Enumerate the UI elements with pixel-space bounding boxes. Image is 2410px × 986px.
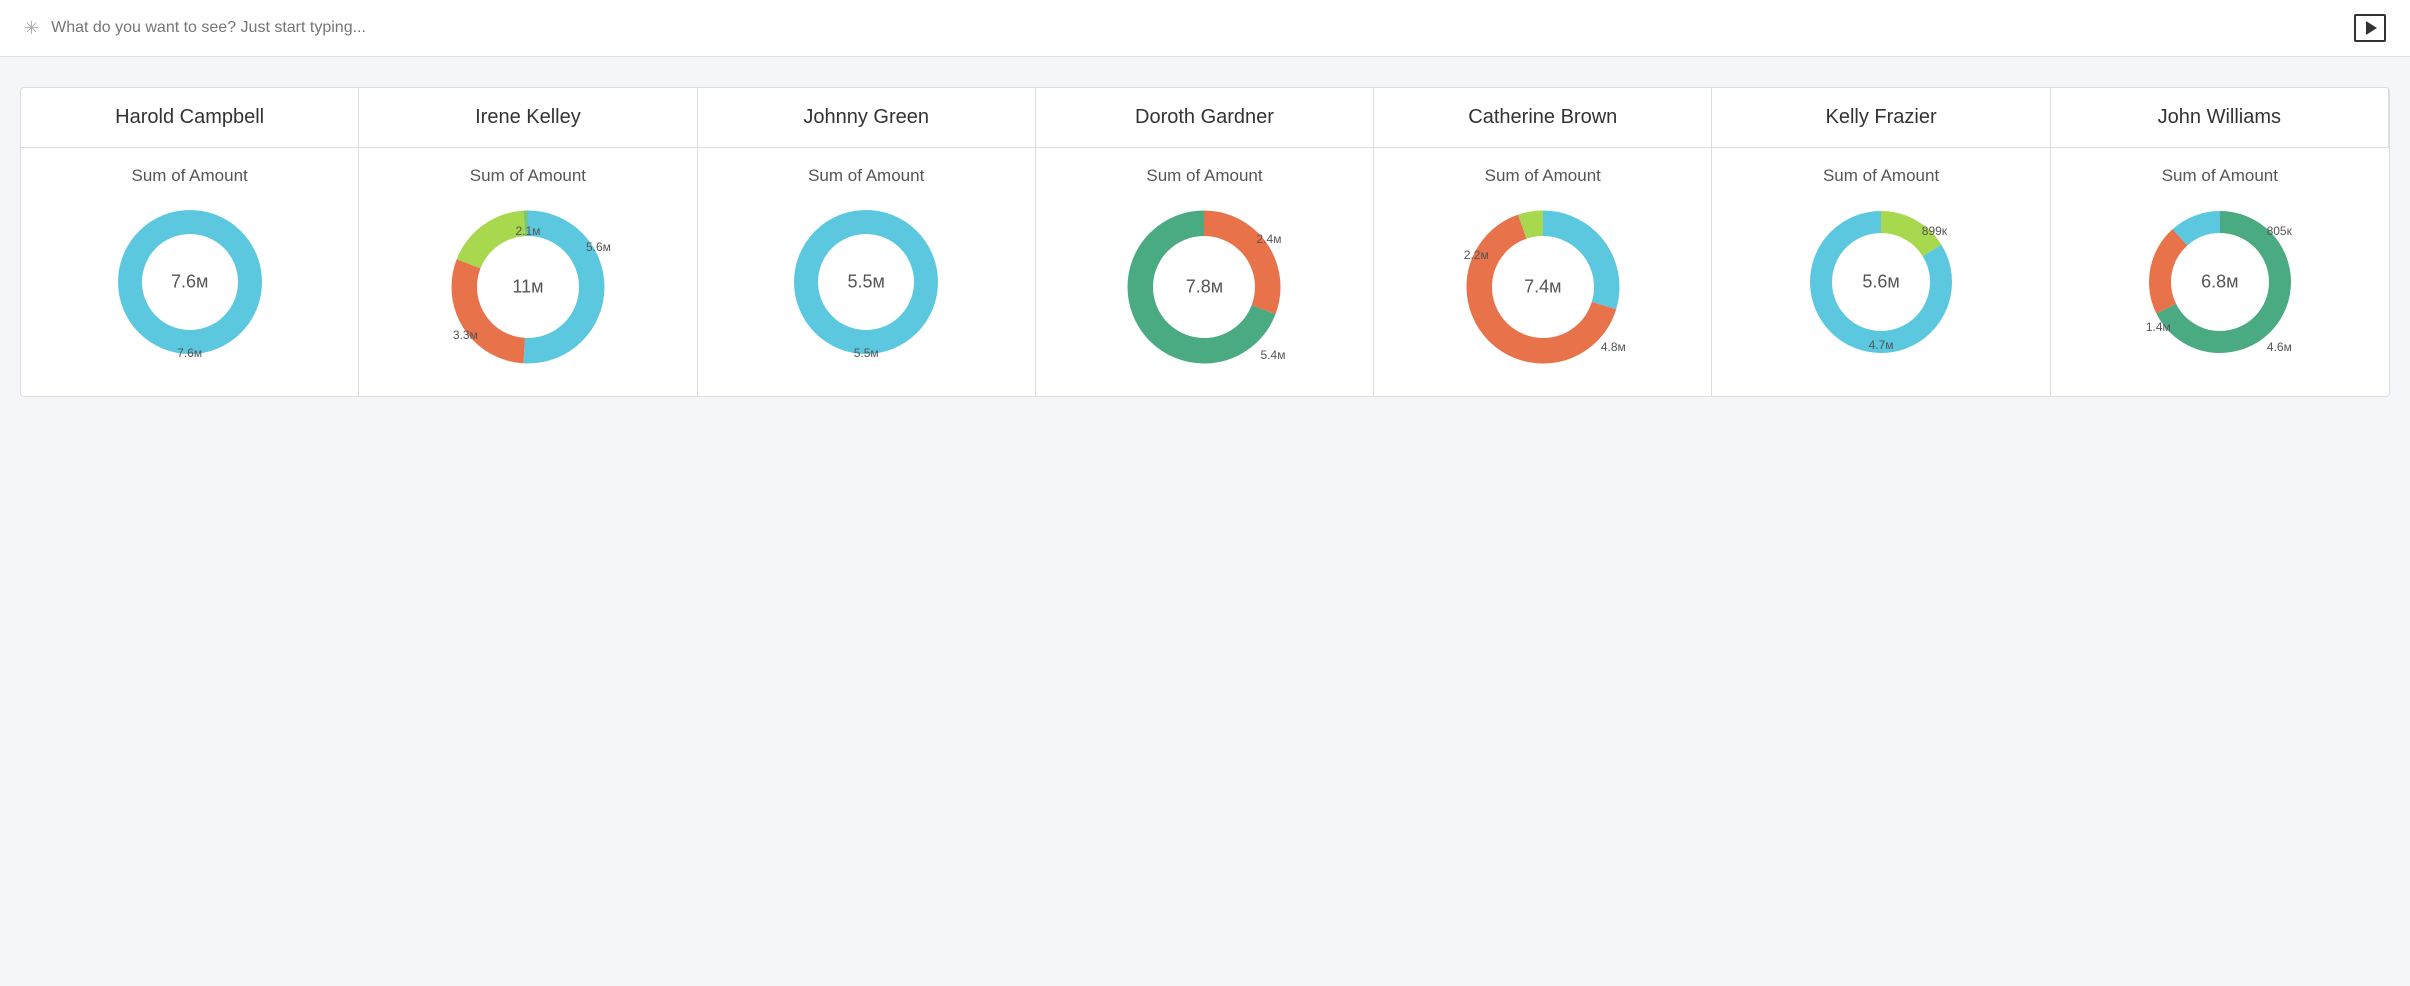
col-cell-johnny: Sum of Amount 5.5м 5.5м xyxy=(698,148,1036,396)
donut-center-harold: 7.6м xyxy=(171,272,208,293)
segment-label-catherine-right: 4.8м xyxy=(1601,340,1626,354)
donut-center-catherine: 7.4м xyxy=(1524,277,1561,298)
main-content: Harold Campbell Irene Kelley Johnny Gree… xyxy=(0,57,2410,427)
col-cell-catherine: Sum of Amount 7.4м 2.2м 4.8м xyxy=(1374,148,1712,396)
donut-center-john: 6.8м xyxy=(2201,272,2238,293)
col-header-harold: Harold Campbell xyxy=(21,88,359,148)
col-header-john: John Williams xyxy=(2051,88,2389,148)
chart-label-harold: Sum of Amount xyxy=(132,166,248,186)
search-input[interactable] xyxy=(51,19,2342,37)
donut-center-kelly: 5.6м xyxy=(1862,272,1899,293)
donut-harold: 7.6м 7.6м xyxy=(110,202,270,362)
chart-label-irene: Sum of Amount xyxy=(470,166,586,186)
donut-johnny: 5.5м 5.5м xyxy=(786,202,946,362)
col-header-kelly: Kelly Frazier xyxy=(1712,88,2050,148)
play-icon xyxy=(2366,21,2377,35)
col-header-doroth: Doroth Gardner xyxy=(1036,88,1374,148)
segment-label-john-top: 805к xyxy=(2267,224,2292,238)
segment-label-catherine-left: 2.2м xyxy=(1464,248,1489,262)
search-icon: ✳ xyxy=(24,18,39,39)
col-cell-harold: Sum of Amount 7.6м 7.6м xyxy=(21,148,359,396)
chart-label-kelly: Sum of Amount xyxy=(1823,166,1939,186)
chart-label-john: Sum of Amount xyxy=(2162,166,2278,186)
donut-john: 6.8м 805к 1.4м 4.6м xyxy=(2140,202,2300,362)
segment-label-john-left: 1.4м xyxy=(2146,320,2171,334)
donut-catherine: 7.4м 2.2м 4.8м xyxy=(1458,202,1628,372)
col-header-johnny: Johnny Green xyxy=(698,88,1036,148)
donut-center-doroth: 7.8м xyxy=(1186,277,1223,298)
donut-irene: 11м 5.6м 3.3м 2.1м xyxy=(443,202,613,372)
donut-center-johnny: 5.5м xyxy=(848,272,885,293)
col-header-irene: Irene Kelley xyxy=(359,88,697,148)
segment-label-irene-bottom-left: 3.3м xyxy=(453,328,478,342)
chart-label-doroth: Sum of Amount xyxy=(1146,166,1262,186)
grid-table: Harold Campbell Irene Kelley Johnny Gree… xyxy=(20,87,2390,397)
segment-label-harold-bottom: 7.6м xyxy=(177,346,202,360)
segment-label-kelly-bottom: 4.7м xyxy=(1869,338,1894,352)
donut-kelly: 5.6м 899к 4.7м xyxy=(1801,202,1961,362)
col-cell-doroth: Sum of Amount 7.8м 2.4м 5.4м xyxy=(1036,148,1374,396)
col-cell-kelly: Sum of Amount 5.6м 899к 4.7м xyxy=(1712,148,2050,396)
donut-doroth: 7.8м 2.4м 5.4м xyxy=(1119,202,1289,372)
segment-label-doroth-top: 2.4м xyxy=(1257,232,1282,246)
donut-center-irene: 11м xyxy=(512,277,543,298)
segment-label-irene-right: 5.6м xyxy=(586,240,611,254)
segment-label-kelly-top: 899к xyxy=(1922,224,1947,238)
play-button[interactable] xyxy=(2354,14,2386,42)
col-cell-john: Sum of Amount 6.8м 805к 1.4м 4.6м xyxy=(2051,148,2389,396)
chart-label-johnny: Sum of Amount xyxy=(808,166,924,186)
col-header-catherine: Catherine Brown xyxy=(1374,88,1712,148)
segment-label-johnny-bottom: 5.5м xyxy=(854,346,879,360)
segment-label-irene-top: 2.1м xyxy=(515,224,540,238)
segment-label-doroth-bottom-right: 5.4м xyxy=(1261,348,1286,362)
segment-label-john-bottom-right: 4.6м xyxy=(2267,340,2292,354)
col-cell-irene: Sum of Amount 11м 5.6м 3.3м 2.1м xyxy=(359,148,697,396)
top-bar: ✳ xyxy=(0,0,2410,57)
chart-label-catherine: Sum of Amount xyxy=(1485,166,1601,186)
